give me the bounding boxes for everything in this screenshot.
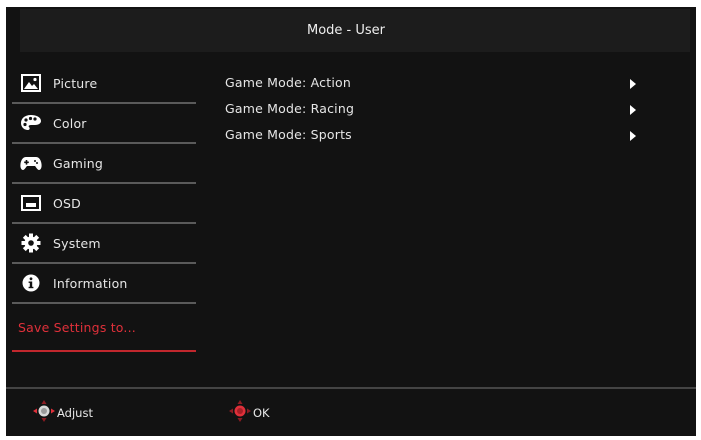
sidebar-item-label: Gaming — [53, 155, 104, 171]
color-palette-icon — [20, 112, 42, 134]
page-title: Mode - User — [306, 23, 385, 38]
sidebar-item-color[interactable]: Color — [12, 104, 196, 144]
osd-icon — [20, 192, 42, 214]
option-label: Game Mode: Sports — [225, 126, 352, 142]
option-label: Game Mode: Racing — [225, 100, 355, 116]
ok-label: OK — [253, 406, 270, 420]
ok-hint[interactable]: OK — [228, 399, 270, 427]
sidebar-item-system[interactable]: System — [12, 224, 196, 264]
sidebar-item-label: Information — [53, 275, 128, 291]
option-game-mode-racing[interactable]: Game Mode: Racing — [225, 95, 645, 121]
picture-icon — [20, 72, 42, 94]
sidebar-item-osd[interactable]: OSD — [12, 184, 196, 224]
chevron-right-icon — [630, 131, 636, 141]
joystick-adjust-icon — [32, 399, 56, 427]
gear-icon — [20, 232, 42, 254]
osd-menu: Mode - User Picture Color Gaming OSD Sys… — [6, 7, 696, 436]
option-game-mode-sports[interactable]: Game Mode: Sports — [225, 121, 645, 147]
chevron-right-icon — [630, 105, 636, 115]
sidebar-item-picture[interactable]: Picture — [12, 64, 196, 104]
sidebar-item-gaming[interactable]: Gaming — [12, 144, 196, 184]
option-label: Game Mode: Action — [225, 74, 351, 90]
adjust-hint[interactable]: Adjust — [32, 399, 93, 427]
title-bar: Mode - User — [20, 9, 690, 52]
footer-hints: Adjust OK — [6, 389, 696, 436]
sidebar-item-label: OSD — [53, 195, 81, 211]
info-icon — [20, 272, 42, 294]
sidebar-item-information[interactable]: Information — [12, 264, 196, 304]
mode-options-list: Game Mode: Action Game Mode: Racing Game… — [225, 69, 645, 147]
save-settings-label: Save Settings to... — [18, 319, 136, 335]
sidebar-item-label: Color — [53, 115, 87, 131]
chevron-right-icon — [630, 79, 636, 89]
gamepad-icon — [20, 152, 42, 174]
adjust-label: Adjust — [57, 406, 93, 420]
joystick-ok-icon — [228, 399, 252, 427]
option-game-mode-action[interactable]: Game Mode: Action — [225, 69, 645, 95]
sidebar-item-label: Picture — [53, 75, 98, 91]
sidebar: Picture Color Gaming OSD System Informat… — [12, 64, 196, 352]
save-settings-button[interactable]: Save Settings to... — [12, 304, 196, 352]
sidebar-item-label: System — [53, 235, 101, 251]
